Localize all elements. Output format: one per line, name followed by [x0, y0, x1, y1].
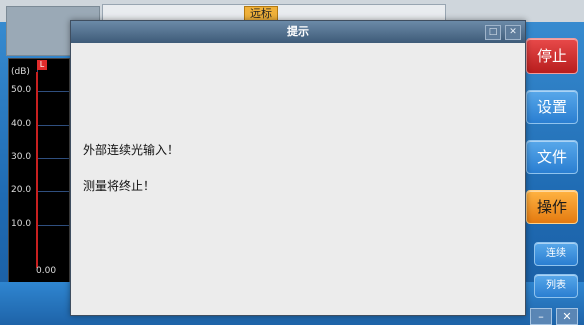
maximize-icon[interactable]: □: [485, 25, 501, 40]
dialog-message-line2: 测量将终止！: [83, 179, 156, 193]
continuous-button[interactable]: 连续: [534, 242, 578, 266]
dialog-message-line1: 外部连续光输入！: [83, 143, 180, 157]
stop-button[interactable]: 停止: [526, 38, 578, 74]
y-tick-label: 30.0: [11, 152, 32, 162]
grid-line: [37, 225, 69, 226]
grid-line: [37, 125, 69, 126]
file-button[interactable]: 文件: [526, 140, 578, 174]
grid-line: [37, 191, 69, 192]
y-axis-unit: (dB): [11, 67, 30, 77]
grid-line: [37, 91, 69, 92]
marker-flag[interactable]: L: [37, 60, 47, 70]
dialog-body: 外部连续光输入！ 测量将终止！: [71, 43, 525, 315]
spectrum-plot: (dB) 50.0 40.0 30.0 20.0 10.0: [8, 58, 70, 284]
close-window-button[interactable]: ✕: [556, 308, 578, 325]
x-start-label: 0.00: [36, 266, 57, 276]
y-tick-label: 50.0: [11, 85, 32, 95]
y-tick-label: 10.0: [11, 219, 32, 229]
dialog-title: 提示: [287, 25, 309, 38]
y-tick-label: 40.0: [11, 119, 32, 129]
list-button[interactable]: 列表: [534, 274, 578, 298]
grid-line: [37, 158, 69, 159]
spectrum-trace: [36, 72, 38, 268]
close-icon[interactable]: ✕: [505, 25, 521, 40]
prompt-dialog: 提示 □ ✕ 外部连续光输入！ 测量将终止！: [70, 20, 526, 316]
y-tick-label: 20.0: [11, 185, 32, 195]
settings-button[interactable]: 设置: [526, 90, 578, 124]
dialog-titlebar[interactable]: 提示 □ ✕: [71, 21, 525, 43]
minimize-button[interactable]: –: [530, 308, 552, 325]
operate-button[interactable]: 操作: [526, 190, 578, 224]
window-controls: – ✕: [530, 308, 578, 325]
